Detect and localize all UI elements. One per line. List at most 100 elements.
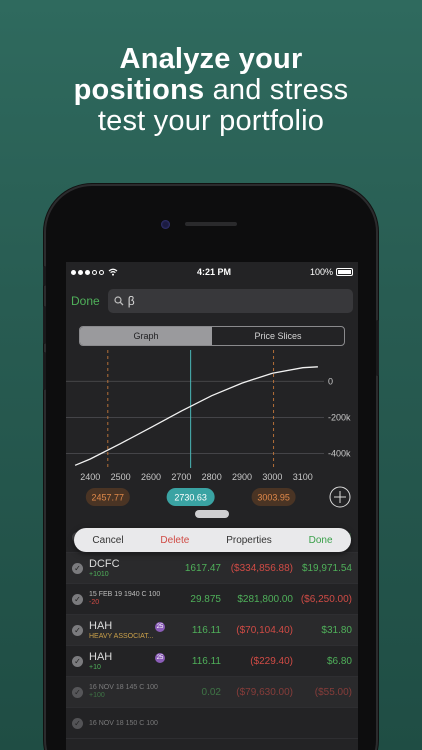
menu-done[interactable]: Done: [309, 535, 333, 546]
headline-line-1: Analyze your: [119, 43, 303, 75]
y-tick-label: 0: [328, 376, 333, 386]
position-value: ($6,250.00): [300, 593, 352, 605]
count-badge: 25: [155, 652, 165, 663]
position-symbol: HAH: [89, 650, 113, 663]
x-tick-label: 2700: [171, 472, 191, 482]
x-tick-label: 2800: [202, 472, 222, 482]
position-detail: +10: [89, 663, 101, 671]
position-symbol-cell: 16 NOV 18 145 C 100 +100: [89, 684, 179, 700]
position-row-content: ✓ 16 NOV 18 150 C 100: [72, 717, 352, 729]
power-button: [376, 320, 379, 376]
menu-cancel[interactable]: Cancel: [92, 535, 123, 546]
headline-line-3: test your portfolio: [97, 105, 325, 137]
position-symbol-cell: HAH HEAVY ASSOCIAT... 25: [89, 620, 179, 641]
position-price: 1617.47: [184, 562, 221, 574]
signal-group: [71, 268, 118, 276]
position-symbol-cell: HAH +10 25: [89, 651, 179, 672]
status-bar: 4:21 PM 100%: [66, 262, 358, 282]
checkmark-icon[interactable]: ✓: [72, 593, 83, 605]
option-description: 16 NOV 18 150 C 100: [89, 719, 158, 727]
x-tick-label: 3100: [293, 472, 313, 482]
position-value: $6.80: [326, 655, 352, 667]
checkmark-icon[interactable]: ✓: [72, 686, 83, 698]
headline-line-2: positions and stress: [73, 74, 349, 106]
option-description: 16 NOV 18 145 C 100: [89, 684, 158, 691]
battery-icon: [335, 268, 353, 276]
battery-percent: 100%: [309, 267, 333, 277]
status-time: 4:21 PM: [196, 267, 231, 277]
position-row[interactable]: ✓ DCFC +1010 1617.47 ($334,856.88) $19,97…: [66, 553, 358, 584]
wifi-icon: [108, 268, 118, 276]
option-description: 15 FEB 19 1940 C 100: [89, 591, 161, 598]
position-value: $31.80: [321, 624, 352, 636]
checkmark-icon[interactable]: ✓: [72, 717, 83, 729]
position-pnl: ($229.40): [250, 655, 293, 667]
position-row-content: ✓ 16 NOV 18 145 C 100 +100 0.02 ($79,630.…: [72, 684, 352, 700]
position-row-content: ✓ DCFC +1010 1617.47 ($334,856.88) $19,97…: [72, 558, 352, 579]
position-row-content: ✓ HAH HEAVY ASSOCIAT... 25 116.11 ($70,104…: [72, 620, 352, 641]
positions-list: ✓ DCFCDOMESTIC CORP... 1617.47 ($53,056.…: [66, 522, 358, 739]
x-tick-label: 3000: [262, 472, 282, 482]
checkmark-icon[interactable]: ✓: [72, 562, 83, 574]
checkmark-icon[interactable]: ✓: [72, 655, 83, 667]
position-row[interactable]: ✓ 15 FEB 19 1940 C 100 -20 29.875 $281,80…: [66, 584, 358, 615]
position-price: 0.02: [201, 686, 221, 698]
position-symbol: DCFC: [89, 557, 120, 570]
y-tick-label: -400k: [328, 449, 351, 459]
position-row[interactable]: ✓ 16 NOV 18 150 C 100: [66, 708, 358, 739]
position-pnl: ($334,856.88): [230, 562, 293, 574]
view-segmented-control: Graph Price Slices: [79, 326, 345, 346]
search-field[interactable]: β: [107, 289, 353, 313]
volume-down-button: [43, 352, 46, 390]
position-detail: +100: [89, 692, 105, 699]
price-marker-label: 2730.63: [174, 493, 207, 503]
search-query: β: [127, 294, 135, 308]
position-pnl: ($79,630.00): [236, 686, 293, 698]
position-detail: +1010: [89, 570, 109, 578]
x-tick-label: 2500: [111, 472, 131, 482]
position-price: 29.875: [190, 593, 221, 605]
position-symbol: HAH: [89, 619, 113, 632]
context-menu: Cancel Delete Properties Done: [74, 528, 351, 552]
tab-graph[interactable]: Graph: [80, 327, 212, 345]
battery-group: 100%: [310, 267, 353, 277]
front-camera: [161, 220, 170, 229]
price-marker-label: 2457.77: [92, 493, 125, 503]
checkmark-icon[interactable]: ✓: [72, 624, 83, 636]
position-pnl: ($70,104.40): [236, 624, 293, 636]
position-value: ($55.00): [314, 686, 352, 698]
app-screen: 4:21 PM 100% Done β Graph Price Slices 0…: [66, 262, 358, 750]
search-row: Done β: [66, 282, 358, 313]
mute-switch: [43, 266, 46, 286]
menu-properties[interactable]: Properties: [226, 535, 272, 546]
position-detail: HEAVY ASSOCIAT...: [89, 632, 154, 640]
marketing-headline: Analyze your positions and stress test y…: [0, 44, 422, 137]
tab-price-slices[interactable]: Price Slices: [212, 327, 344, 345]
price-marker-label: 3003.95: [257, 493, 290, 503]
position-symbol-cell: 16 NOV 18 150 C 100: [89, 720, 179, 727]
x-tick-label: 2900: [232, 472, 252, 482]
position-row[interactable]: ✓ HAH +10 25 116.11 ($229.40) $6.80: [66, 646, 358, 677]
position-pnl: $281,800.00: [237, 593, 293, 605]
position-value: $19,971.54: [301, 562, 352, 574]
menu-delete[interactable]: Delete: [160, 535, 189, 546]
position-row[interactable]: ✓ HAH HEAVY ASSOCIAT... 25 116.11 ($70,104…: [66, 615, 358, 646]
position-row-content: ✓ 15 FEB 19 1940 C 100 -20 29.875 $281,80…: [72, 591, 352, 607]
position-detail: -20: [89, 599, 100, 606]
position-row[interactable]: ✓ 16 NOV 18 145 C 100 +100 0.02 ($79,630.…: [66, 677, 358, 708]
done-button[interactable]: Done: [71, 294, 100, 308]
signal-strength-icon: [71, 269, 104, 275]
x-tick-label: 2400: [80, 472, 100, 482]
position-price: 116.11: [191, 624, 221, 636]
y-tick-label: -200k: [328, 412, 351, 422]
search-icon: [114, 296, 124, 306]
x-tick-label: 2600: [141, 472, 161, 482]
position-row-content: ✓ HAH +10 25 116.11 ($229.40) $6.80: [72, 651, 352, 672]
pnl-graph[interactable]: 0 -200k -400k 2400 2500 2600 2700 2800 2900 3000 3…: [66, 350, 358, 520]
position-symbol-cell: 15 FEB 19 1940 C 100 -20: [89, 591, 179, 607]
earpiece-speaker: [185, 222, 237, 226]
count-badge: 25: [155, 621, 165, 632]
drawer-handle[interactable]: [195, 510, 229, 518]
volume-up-button: [43, 306, 46, 344]
position-price: 116.11: [191, 655, 221, 667]
